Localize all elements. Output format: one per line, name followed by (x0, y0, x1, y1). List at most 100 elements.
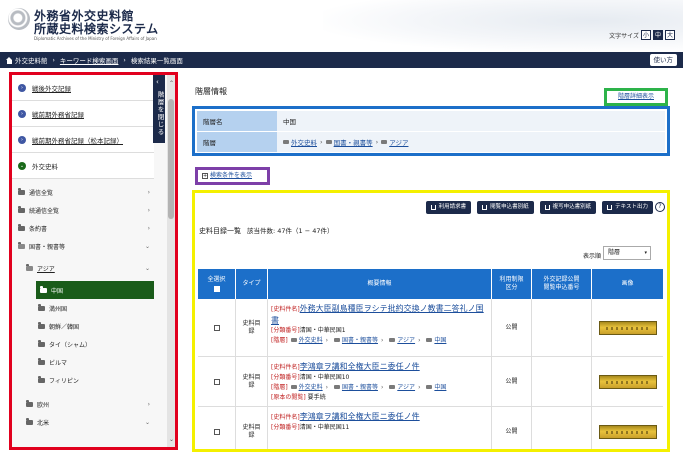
download-icon (430, 205, 436, 210)
tree-item[interactable]: 朝鮮／韓国 (14, 317, 154, 335)
hierarchy-path-link[interactable]: アジア (389, 137, 408, 147)
row-checkbox[interactable] (213, 378, 220, 385)
hier-path-link[interactable]: 中国 (434, 384, 446, 391)
site-title-line2[interactable]: 所蔵史料検索システム (34, 20, 159, 37)
tree-item-label: 国書・親書等 (29, 243, 66, 251)
button-label: 利用請求書 (438, 204, 467, 210)
sidebar-item-label[interactable]: 戦前期外務省記録（松本記録） (32, 135, 123, 145)
show-search-conditions-link[interactable]: 検索条件を表示 (210, 172, 252, 179)
sidebar-toggle[interactable]: ‹ 階層を閉じる (153, 75, 165, 447)
row-checkbox[interactable] (213, 324, 220, 331)
help-button[interactable]: 使い方 (649, 54, 677, 66)
hierarchy-path-link[interactable]: 国書・親書等 (334, 137, 373, 147)
document-thumbnail[interactable] (598, 320, 657, 335)
breadcrumb-home-link[interactable]: 外交史料館 (15, 55, 48, 65)
folder-icon (26, 418, 33, 425)
row-type-line1: 史料目 (242, 373, 261, 381)
header-background (323, 0, 683, 52)
sidebar-item-prewar-records[interactable]: › 戦前期外務省記録 (12, 101, 154, 127)
sidebar-item-label[interactable]: 戦後外交記録 (32, 83, 71, 93)
close-hierarchy-tab[interactable]: ‹ 階層を閉じる (153, 75, 165, 143)
tree-item-label[interactable]: アジア (37, 264, 55, 273)
scroll-up-icon[interactable]: ⌃ (169, 80, 174, 87)
class-value: 清国・中華民国1 (299, 327, 346, 334)
folder-icon (389, 385, 396, 389)
chevron-right-icon: › (18, 83, 26, 92)
usage-request-button[interactable]: 利用請求書 (425, 201, 472, 214)
scroll-down-icon[interactable]: ⌄ (169, 436, 174, 443)
tree-item[interactable]: 北米 ⌄ (14, 413, 154, 431)
hierarchy-path-label: 階層 (197, 132, 277, 152)
font-size-large-button[interactable]: 大 (665, 30, 675, 40)
hier-path-link[interactable]: アジア (397, 337, 415, 344)
caret-down-icon: ▾ (644, 250, 647, 256)
home-icon (6, 56, 13, 64)
scrollbar-thumb[interactable] (168, 99, 174, 219)
row-title-link[interactable]: 外務大臣副島種臣ヲシテ批約交換ノ教書二答礼ノ国書 (271, 304, 484, 325)
tree-item[interactable]: 続通信全覧 › (14, 201, 154, 219)
document-thumbnail[interactable] (598, 374, 657, 389)
breadcrumb: 外交史料館 › キーワード検索画面 › 検索結果一覧画面 使い方 (0, 52, 683, 68)
hierarchy-path-value: 外交史料 › 国書・親書等 › アジア (277, 132, 665, 152)
hierarchy-detail-link[interactable]: 階層詳細表示 (618, 93, 654, 100)
hierarchy-name-label: 階層名 (197, 111, 277, 131)
tree-item[interactable]: 満州国 (14, 299, 154, 317)
select-all-checkbox[interactable] (213, 286, 220, 292)
button-label: 複写申込書別紙 (552, 204, 592, 210)
tree-item-label: フィリピン (49, 377, 79, 385)
col-restriction: 利用制限 区分 (492, 269, 532, 299)
tree-item[interactable]: アジア ⌄ (14, 259, 154, 277)
sidebar-item-diplomatic-materials[interactable]: ⌄ 外交史料 (12, 153, 154, 179)
font-size-medium-button[interactable]: 中 (653, 30, 663, 40)
chevron-right-icon: › (375, 138, 379, 146)
folder-icon (381, 140, 388, 144)
tree-item-selected[interactable]: 中国 (36, 281, 154, 299)
row-type-line2: 録 (248, 431, 255, 439)
hier-path-link[interactable]: 国書・親書等 (342, 384, 378, 391)
sidebar-item-label[interactable]: 戦前期外務省記録 (32, 109, 84, 119)
hier-path-link[interactable]: アジア (397, 384, 415, 391)
sidebar-item-label[interactable]: 外交史料 (32, 161, 58, 171)
sidebar-item-prewar-matsumoto[interactable]: › 戦前期外務省記録（松本記録） (12, 127, 154, 153)
tree-item[interactable]: 通信全覧 › (14, 183, 154, 201)
tree-item-label: 条約書 (29, 225, 48, 233)
hier-path-link[interactable]: 外交史料 (299, 337, 323, 344)
tree-item[interactable]: ビルマ (14, 353, 154, 371)
tree-item[interactable]: フィリピン (14, 371, 154, 389)
row-checkbox[interactable] (213, 428, 220, 435)
tree-item[interactable]: 条約書 › (14, 219, 154, 237)
sidebar-scrollbar[interactable]: ⌃ ⌄ (167, 75, 175, 447)
row-title-link[interactable]: 李鴻章ヲ講和全権大臣ニ委任ノ件 (300, 412, 420, 421)
font-size-small-button[interactable]: 小 (641, 30, 651, 40)
folder-icon (426, 338, 433, 342)
copy-form-button[interactable]: 複写申込書別紙 (539, 201, 597, 214)
folder-icon (18, 188, 25, 195)
help-circle-icon[interactable]: ? (655, 202, 665, 212)
breadcrumb-keyword-search-link[interactable]: キーワード検索画面 (60, 55, 119, 65)
row-disclosure (532, 407, 592, 449)
tree-item[interactable]: 国書・親書等 ⌄ (14, 237, 154, 255)
hier-path-link[interactable]: 国書・親書等 (342, 337, 378, 344)
hier-path-link[interactable]: 外交史料 (299, 384, 323, 391)
folder-icon (38, 304, 45, 311)
folder-open-icon (18, 242, 25, 249)
sidebar-item-postwar-records[interactable]: › 戦後外交記録 (12, 75, 154, 101)
hier-path-link[interactable]: 中国 (434, 337, 446, 344)
hierarchy-path-link[interactable]: 外交史料 (291, 137, 317, 147)
tree-item[interactable]: タイ（シャム） (14, 335, 154, 353)
tree-item[interactable]: 欧州 › (14, 395, 154, 413)
folder-icon (38, 322, 45, 329)
chevron-right-icon: › (325, 337, 329, 344)
sort-select[interactable]: 階層 ▾ (603, 246, 651, 260)
document-thumbnail[interactable] (598, 424, 657, 439)
folder-icon (333, 338, 340, 342)
row-title-link[interactable]: 李鴻章ヲ講和全権大臣ニ委任ノ件 (300, 362, 420, 371)
row-image-cell (592, 299, 663, 356)
sort-label: 表示順 (582, 253, 601, 260)
viewing-form-button[interactable]: 閲覧申込書別紙 (477, 201, 534, 214)
folder-icon (38, 376, 45, 383)
text-output-button[interactable]: テキスト出力 (602, 201, 653, 214)
row-select-cell (198, 407, 236, 449)
archive-logo-icon[interactable] (8, 8, 30, 30)
row-restriction: 公開 (492, 357, 532, 406)
